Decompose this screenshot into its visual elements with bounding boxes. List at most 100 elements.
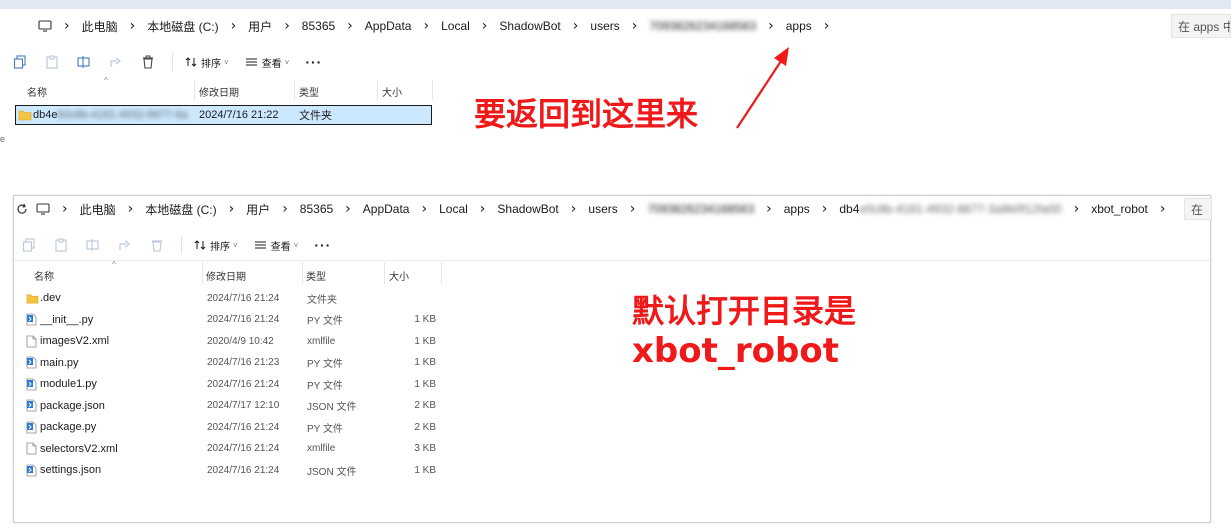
breadcrumb-item[interactable]: ShadowBot (493, 19, 566, 33)
column-header-type[interactable]: 类型 (299, 84, 319, 99)
chevron-right-icon[interactable]: › (225, 18, 243, 34)
sort-label: 排序 (210, 241, 230, 253)
column-separator (441, 262, 442, 284)
chevron-right-icon[interactable]: › (124, 18, 142, 34)
breadcrumb-item[interactable]: 7093826234168563 (641, 202, 760, 216)
copy-icon[interactable] (21, 237, 37, 253)
breadcrumb-item[interactable]: users (584, 19, 625, 33)
address-bar[interactable]: › 此电脑 › 本地磁盘 (C:) › 用户 › 85365 › AppData › Local › Sh… (38, 14, 1168, 38)
chevron-right-icon[interactable]: › (223, 201, 241, 217)
breadcrumb-item[interactable]: xbot_robot (1085, 202, 1154, 216)
breadcrumb-visible-part: db4 (839, 202, 860, 216)
breadcrumb-item[interactable]: AppData (357, 202, 416, 216)
table-row[interactable]: __init__.py 2024/7/16 21:24 PY 文件 1 KB (22, 310, 442, 330)
column-header-name[interactable]: 名称 (34, 268, 54, 283)
breadcrumb-item[interactable]: 85365 (294, 202, 339, 216)
table-row[interactable]: package.py 2024/7/16 21:24 PY 文件 2 KB (22, 417, 442, 437)
table-row[interactable]: package.json 2024/7/17 12:10 JSON 文件 2 KB (22, 396, 442, 416)
chevron-right-icon[interactable]: › (339, 201, 357, 217)
paste-icon[interactable] (53, 237, 69, 253)
breadcrumb-item[interactable]: 85365 (296, 19, 341, 33)
more-options-button[interactable]: ··· (305, 54, 322, 70)
view-label: 查看 (261, 58, 282, 70)
more-options-button[interactable]: ··· (314, 237, 331, 253)
column-header-size[interactable]: 大小 (382, 84, 402, 99)
breadcrumb-item[interactable]: 本地磁盘 (C:) (141, 18, 224, 35)
chevron-right-icon[interactable]: › (626, 18, 644, 34)
column-header-name[interactable]: 名称 (27, 84, 47, 99)
breadcrumb-item[interactable]: ShadowBot (491, 202, 564, 216)
view-button[interactable]: 查看 ˅ (245, 55, 290, 70)
table-row[interactable]: db4e b0c8b-4181-4932-8877-6a 2024/7/16 21… (15, 105, 432, 125)
column-header-size[interactable]: 大小 (389, 268, 409, 283)
explorer-window-xbot-robot: › 此电脑 › 本地磁盘 (C:) › 用户 › 85365 › AppData › Local › Sh… (13, 195, 1212, 523)
chevron-right-icon[interactable]: › (760, 201, 778, 217)
breadcrumb-item[interactable]: 用户 (242, 18, 278, 35)
file-date: 2024/7/16 21:24 (207, 464, 280, 476)
table-row[interactable]: main.py 2024/7/16 21:23 PY 文件 1 KB (22, 353, 442, 373)
refresh-icon[interactable] (16, 203, 28, 215)
search-input[interactable]: 在 apps 中 (1171, 14, 1231, 38)
file-type: PY 文件 (307, 380, 343, 392)
breadcrumb-item[interactable]: 此电脑 (76, 18, 124, 35)
chevron-right-icon[interactable]: › (474, 201, 492, 217)
chevron-right-icon[interactable]: › (565, 201, 583, 217)
chevron-right-icon[interactable]: › (567, 18, 585, 34)
toolbar-divider (172, 53, 173, 71)
breadcrumb-item[interactable]: Local (433, 202, 474, 216)
table-row[interactable]: module1.py 2024/7/16 21:24 PY 文件 1 KB (22, 374, 442, 394)
table-row[interactable]: selectorsV2.xml 2024/7/16 21:24 xmlfile 3 K… (22, 439, 442, 459)
chevron-right-icon[interactable]: › (278, 18, 296, 34)
chevron-right-icon[interactable]: › (417, 18, 435, 34)
share-icon[interactable] (108, 54, 124, 70)
chevron-right-icon[interactable]: › (816, 201, 834, 217)
breadcrumb-blurred-part: e0c8b-4181-4932-8877-3a9b0f12fa00 (859, 202, 1062, 216)
breadcrumb-item[interactable]: 用户 (240, 201, 276, 218)
breadcrumb-item[interactable]: 本地磁盘 (C:) (139, 201, 222, 218)
table-row[interactable]: imagesV2.xml 2020/4/9 10:42 xmlfile 1 KB (22, 331, 442, 351)
file-size: 1 KB (414, 314, 436, 325)
address-bar[interactable]: › 此电脑 › 本地磁盘 (C:) › 用户 › 85365 › AppData › Local › Sh… (14, 198, 1179, 220)
column-header-type[interactable]: 类型 (306, 268, 326, 283)
chevron-right-icon[interactable]: › (56, 201, 74, 217)
file-icon (26, 331, 37, 351)
chevron-right-icon[interactable]: › (415, 201, 433, 217)
share-icon[interactable] (117, 237, 133, 253)
column-separator (294, 80, 295, 100)
file-type: 文件夹 (299, 110, 332, 122)
search-input[interactable]: 在 (1184, 198, 1212, 220)
chevron-right-icon[interactable]: › (762, 18, 780, 34)
breadcrumb-item[interactable]: 7093826234168563 (643, 19, 762, 33)
breadcrumb-item[interactable]: AppData (359, 19, 418, 33)
chevron-right-icon[interactable]: › (341, 18, 359, 34)
copy-icon[interactable] (12, 54, 28, 70)
breadcrumb-item[interactable]: apps (778, 202, 816, 216)
view-button[interactable]: 查看 ˅ (254, 238, 298, 253)
sort-button[interactable]: 排序 ˅ (185, 55, 229, 70)
column-header-date[interactable]: 修改日期 (206, 268, 246, 283)
chevron-down-icon: ˅ (284, 57, 290, 67)
table-row[interactable]: .dev 2024/7/16 21:24 文件夹 (22, 288, 442, 308)
rename-icon[interactable] (85, 237, 101, 253)
chevron-right-icon[interactable]: › (122, 201, 140, 217)
breadcrumb-item[interactable]: db4e0c8b-4181-4932-8877-3a9b0f12fa00 (833, 202, 1067, 216)
chevron-right-icon[interactable]: › (276, 201, 294, 217)
chevron-right-icon[interactable]: › (624, 201, 642, 217)
chevron-right-icon[interactable]: › (1068, 201, 1086, 217)
column-header-date[interactable]: 修改日期 (199, 84, 239, 99)
file-date: 2024/7/17 12:10 (207, 400, 280, 411)
breadcrumb-item[interactable]: 此电脑 (74, 201, 122, 218)
breadcrumb-item[interactable]: Local (435, 19, 476, 33)
breadcrumb-item[interactable]: apps (780, 19, 818, 33)
chevron-right-icon[interactable]: › (818, 18, 836, 34)
sort-button[interactable]: 排序 ˅ (194, 238, 238, 253)
delete-icon[interactable] (149, 237, 165, 253)
paste-icon[interactable] (44, 54, 60, 70)
delete-icon[interactable] (140, 54, 156, 70)
chevron-right-icon[interactable]: › (476, 18, 494, 34)
rename-icon[interactable] (76, 54, 92, 70)
breadcrumb-item[interactable]: users (582, 202, 623, 216)
table-row[interactable]: settings.json 2024/7/16 21:24 JSON 文件 1 KB (22, 460, 442, 480)
chevron-right-icon[interactable]: › (58, 18, 76, 34)
chevron-right-icon[interactable]: › (1154, 201, 1172, 217)
